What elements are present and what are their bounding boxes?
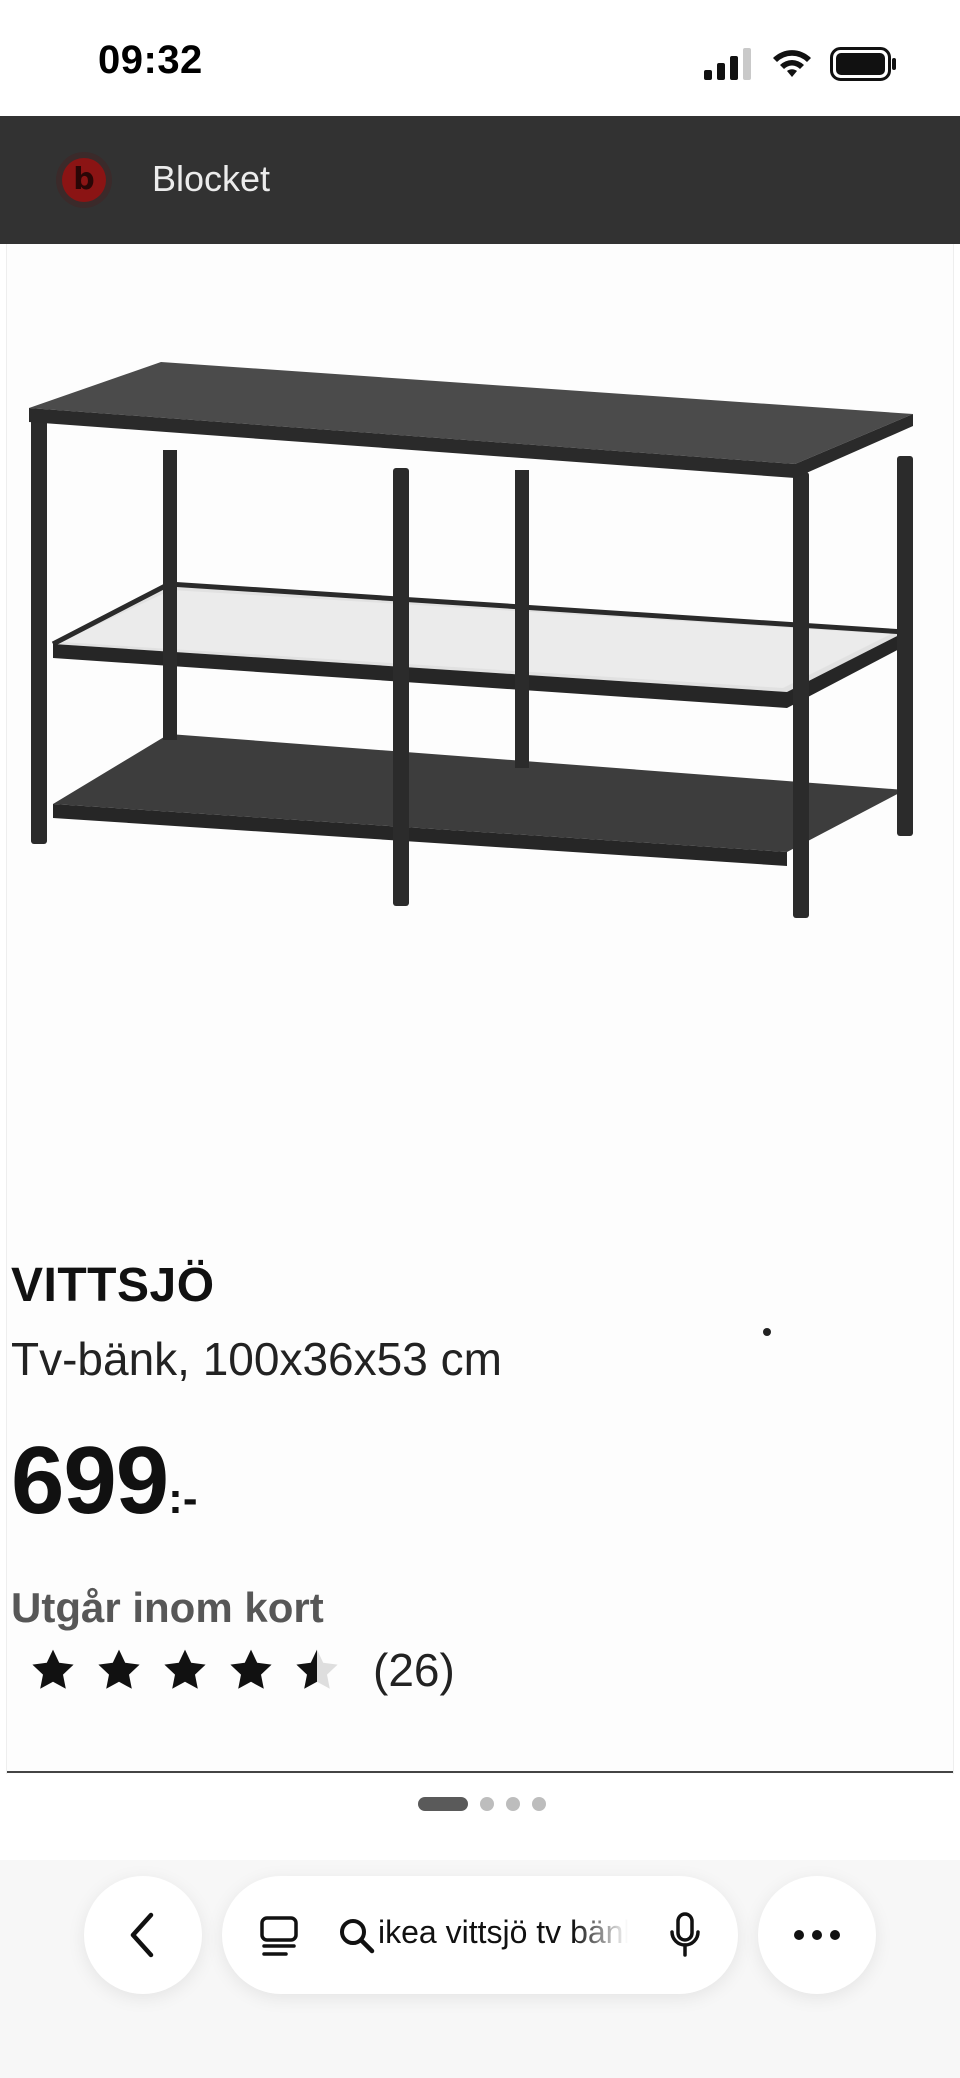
- status-bar: 09:32: [0, 0, 960, 116]
- page-dot[interactable]: [532, 1797, 546, 1811]
- star-full-icon: [32, 1649, 74, 1689]
- more-dots-icon: [812, 1930, 822, 1940]
- page-indicator[interactable]: [418, 1797, 546, 1811]
- battery-icon: [830, 47, 896, 81]
- microphone-icon[interactable]: [668, 1912, 702, 1958]
- page-dot[interactable]: [506, 1797, 520, 1811]
- status-time: 09:32: [98, 38, 203, 82]
- chevron-left-icon: [130, 1912, 154, 1958]
- rating-stars: [29, 1646, 341, 1694]
- rating-row[interactable]: (26): [29, 1640, 455, 1700]
- status-icons: [704, 44, 898, 84]
- page-dot[interactable]: [480, 1797, 494, 1811]
- availability-label: Utgår inom kort: [11, 1584, 324, 1631]
- star-half-icon: [296, 1649, 338, 1689]
- page-dot-active[interactable]: [418, 1797, 468, 1811]
- listing-content: VITTSJÖ Tv-bänk, 100x36x53 cm 699 :- Utg…: [6, 244, 954, 1774]
- price: 699 :-: [11, 1426, 197, 1536]
- cellular-signal-icon: [704, 48, 751, 80]
- app-bar: b Blocket: [0, 116, 960, 244]
- browser-toolbar: ikea vittsjö tv bänk: [0, 1860, 960, 2078]
- star-full-icon: [164, 1649, 206, 1689]
- more-button[interactable]: [758, 1876, 876, 1994]
- more-dots-icon: [830, 1930, 840, 1940]
- product-description: Tv-bänk, 100x36x53 cm: [11, 1333, 502, 1385]
- app-title: Blocket: [152, 158, 271, 199]
- search-query[interactable]: ikea vittsjö tv bänk: [378, 1914, 628, 1951]
- price-value: 699: [11, 1427, 169, 1534]
- review-count: (26): [373, 1644, 455, 1696]
- address-bar[interactable]: ikea vittsjö tv bänk: [222, 1876, 738, 1994]
- more-dots-icon: [794, 1930, 804, 1940]
- wifi-icon: [773, 50, 811, 77]
- tv-bench-product-image[interactable]: [21, 362, 921, 962]
- back-button[interactable]: [84, 1876, 202, 1994]
- blocket-logo-letter: b: [62, 158, 106, 202]
- price-suffix: :-: [168, 1474, 198, 1523]
- star-full-icon: [98, 1649, 140, 1689]
- search-icon: [340, 1919, 375, 1954]
- product-brand: VITTSJÖ: [11, 1259, 215, 1312]
- star-full-icon: [230, 1649, 272, 1689]
- tabs-icon[interactable]: [258, 1915, 300, 1957]
- blocket-logo[interactable]: b: [56, 152, 112, 208]
- divider: [7, 1771, 953, 1773]
- stray-dot: [763, 1328, 771, 1336]
